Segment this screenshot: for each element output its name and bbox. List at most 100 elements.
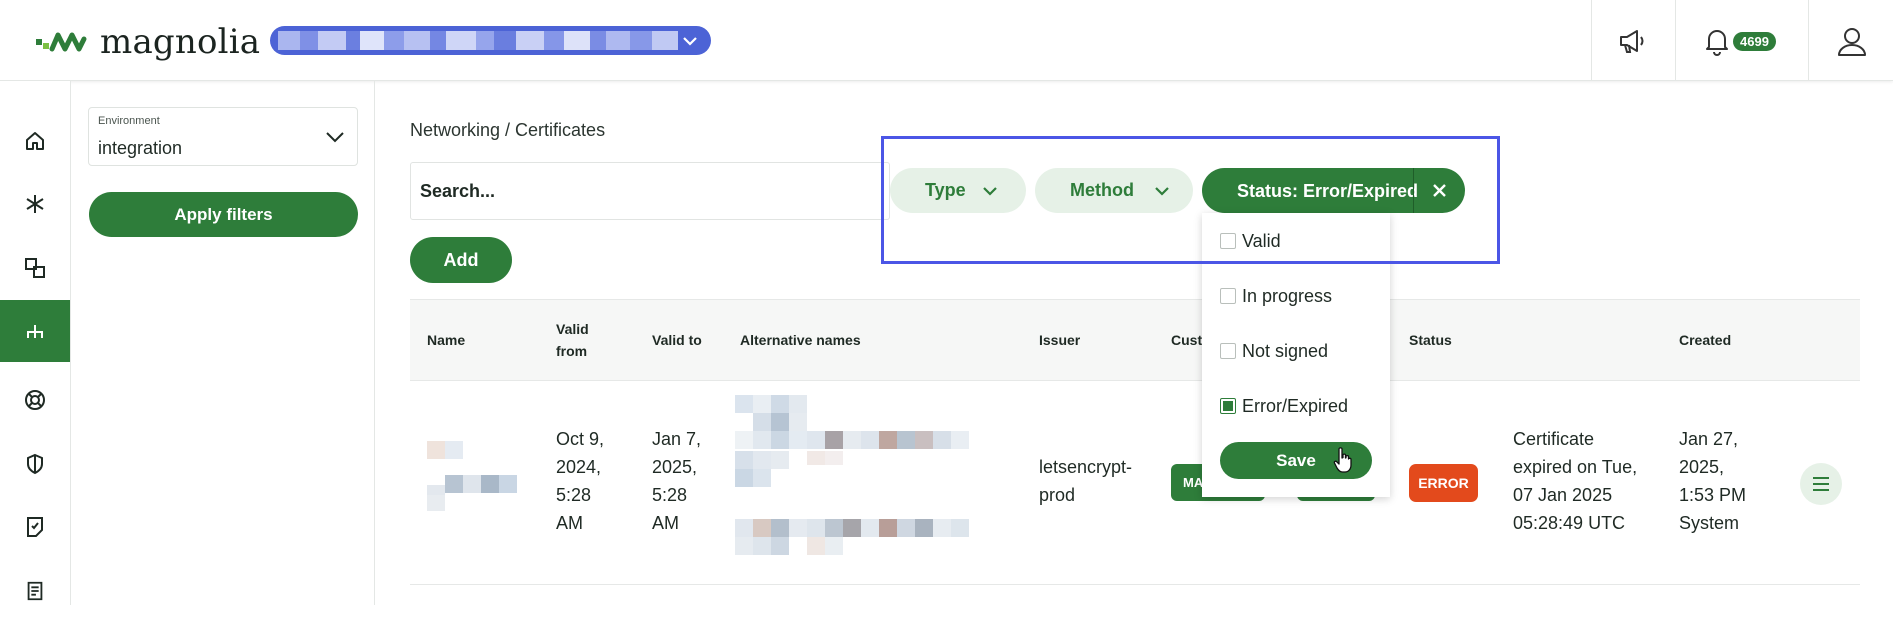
- nav-asterisk[interactable]: [0, 174, 70, 234]
- table-header: Name Valid from Valid to Alternative nam…: [410, 299, 1860, 381]
- status-option-label: Error/Expired: [1242, 395, 1349, 416]
- nav-shapes[interactable]: [0, 238, 70, 298]
- nav-networking[interactable]: [0, 300, 70, 362]
- environment-label: Environment: [98, 115, 160, 127]
- hand-cursor-icon: [1333, 447, 1352, 473]
- checkbox[interactable]: [1220, 343, 1236, 359]
- created-date: Jan 27,: [1679, 429, 1739, 449]
- redacted-alternative-names: [735, 395, 987, 565]
- breadcrumb: Networking / Certificates: [410, 120, 606, 140]
- redacted-organization-name: [278, 31, 678, 50]
- header-divider: [1591, 0, 1592, 81]
- created-time: 1:53 PM: [1679, 485, 1747, 505]
- logo-text: magnolia: [100, 22, 261, 62]
- add-button[interactable]: Add: [410, 237, 512, 283]
- status-option-not-signed[interactable]: Not signed: [1220, 339, 1328, 363]
- top-header: magnolia 4699: [0, 0, 1893, 81]
- status-filter-button[interactable]: Status: Error/Expired: [1202, 168, 1465, 213]
- status-option-label: Not signed: [1242, 340, 1329, 361]
- header-divider: [1675, 0, 1676, 81]
- issuer-line1: letsencrypt-: [1039, 457, 1133, 477]
- status-detail-line3: 07 Jan 2025: [1513, 485, 1613, 505]
- column-header-issuer[interactable]: Issuer: [1039, 329, 1080, 351]
- environment-value: integration: [98, 138, 183, 158]
- column-header-valid-to[interactable]: Valid to: [652, 329, 702, 351]
- magnolia-logo-icon: [36, 32, 87, 52]
- organization-select[interactable]: [270, 26, 711, 55]
- status-detail-line1: Certificate: [1513, 429, 1595, 449]
- status-option-in-progress[interactable]: In progress: [1220, 284, 1332, 308]
- close-icon[interactable]: [1431, 182, 1448, 199]
- valid-to-year: 2025,: [652, 457, 698, 477]
- search-placeholder: Search...: [420, 181, 496, 201]
- column-header-valid-from-line1: Valid: [556, 321, 589, 337]
- valid-from-date: Oct 9,: [556, 429, 605, 449]
- shapes-icon: [25, 258, 45, 278]
- status-option-error-expired[interactable]: Error/Expired: [1220, 394, 1348, 418]
- status-option-valid[interactable]: Valid: [1220, 229, 1281, 253]
- asterisk-icon: [26, 195, 44, 213]
- column-header-name[interactable]: Name: [427, 329, 465, 351]
- status-filter-separator: [1413, 168, 1414, 213]
- checkbox[interactable]: [1220, 233, 1236, 249]
- home-icon: [26, 132, 44, 150]
- status-filter-dropdown: Valid In progress Not signed Error/Expir…: [1202, 213, 1390, 497]
- search-input[interactable]: Search...: [410, 162, 890, 220]
- issuer-line2: prod: [1039, 485, 1076, 505]
- checkbox[interactable]: [1220, 288, 1236, 304]
- chevron-down-icon: [1155, 186, 1169, 196]
- type-filter-label: Type: [925, 180, 966, 200]
- type-filter-button[interactable]: Type: [890, 168, 1026, 213]
- apply-filters-button[interactable]: Apply filters: [89, 192, 358, 237]
- valid-from-time: 5:28: [556, 485, 592, 505]
- table-row[interactable]: Oct 9, 2024, 5:28 AM Jan 7, 2025, 5:28 A…: [410, 381, 1860, 585]
- status-filter-label: Status: Error/Expired: [1237, 181, 1419, 201]
- magnolia-logo[interactable]: magnolia: [36, 22, 260, 62]
- column-header-valid-from-line2: from: [556, 343, 588, 359]
- status-detail-cell: Certificate expired on Tue, 07 Jan 2025 …: [1513, 425, 1637, 537]
- created-cell: Jan 27, 2025, 1:53 PM System: [1679, 425, 1746, 537]
- nav-home[interactable]: [0, 111, 70, 171]
- left-navigation: [0, 81, 71, 605]
- support-icon: [25, 390, 45, 410]
- nav-documents[interactable]: [0, 497, 70, 557]
- status-badge: ERROR: [1409, 464, 1478, 502]
- valid-from-year: 2024,: [556, 457, 602, 477]
- document-icon: [27, 517, 43, 537]
- environment-select[interactable]: Environment integration: [88, 107, 358, 166]
- chevron-down-icon: [683, 37, 697, 46]
- megaphone-icon[interactable]: [1617, 26, 1649, 56]
- valid-to-time: 5:28: [652, 485, 688, 505]
- column-header-alternative-names[interactable]: Alternative names: [740, 329, 861, 351]
- header-divider: [1808, 0, 1809, 81]
- chevron-down-icon: [326, 132, 344, 143]
- status-detail-line2: expired on Tue,: [1513, 457, 1638, 477]
- row-menu-button[interactable]: [1800, 463, 1842, 505]
- nav-notes[interactable]: [0, 561, 70, 621]
- created-year: 2025,: [1679, 457, 1725, 477]
- valid-from-cell: Oct 9, 2024, 5:28 AM: [556, 425, 604, 537]
- column-header-status[interactable]: Status: [1409, 329, 1452, 351]
- status-option-label: In progress: [1242, 285, 1333, 306]
- issuer-cell: letsencrypt- prod: [1039, 453, 1132, 509]
- checkbox-checked[interactable]: [1220, 398, 1236, 414]
- chevron-down-icon: [982, 186, 997, 196]
- nav-security[interactable]: [0, 434, 70, 494]
- nav-support[interactable]: [0, 370, 70, 430]
- method-filter-button[interactable]: Method: [1035, 168, 1193, 213]
- valid-from-ampm: AM: [556, 513, 583, 533]
- created-by: System: [1679, 513, 1740, 533]
- valid-to-date: Jan 7,: [652, 429, 702, 449]
- status-detail-line4: 05:28:49 UTC: [1513, 513, 1626, 533]
- filter-panel: Environment integration Apply filters: [71, 81, 375, 605]
- column-header-created[interactable]: Created: [1679, 329, 1731, 351]
- notification-count-badge: 4699: [1733, 32, 1776, 51]
- user-icon[interactable]: [1835, 26, 1869, 58]
- bell-icon[interactable]: [1703, 26, 1731, 56]
- method-filter-label: Method: [1070, 180, 1134, 200]
- valid-to-cell: Jan 7, 2025, 5:28 AM: [652, 425, 701, 537]
- column-header-valid-from[interactable]: Valid from: [556, 318, 589, 362]
- menu-icon: [1813, 477, 1829, 491]
- valid-to-ampm: AM: [652, 513, 679, 533]
- network-icon: [27, 325, 43, 338]
